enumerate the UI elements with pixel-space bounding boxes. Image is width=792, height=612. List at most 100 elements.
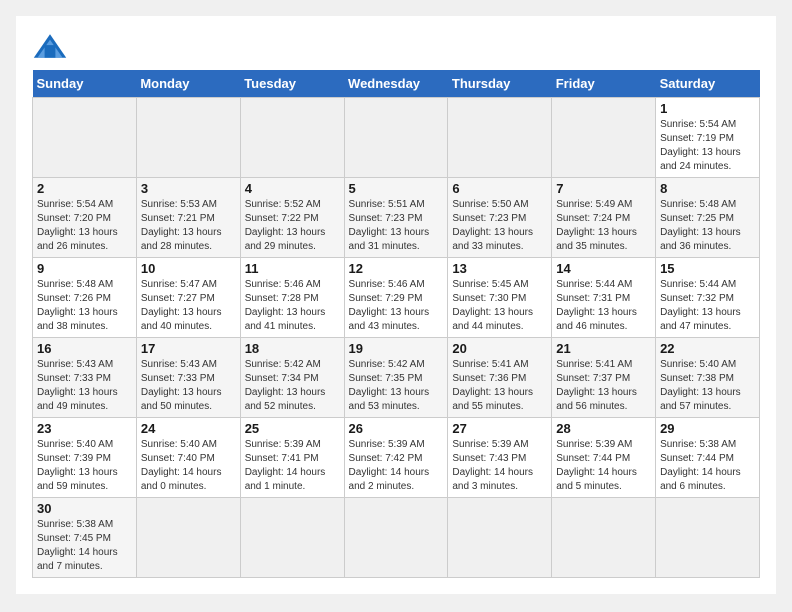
day-info: Sunrise: 5:41 AMSunset: 7:37 PMDaylight:…	[556, 358, 651, 414]
calendar-cell: 26 Sunrise: 5:39 AMSunset: 7:42 PMDayligh…	[344, 418, 448, 498]
calendar-table: SundayMondayTuesdayWednesdayThursdayFrid…	[32, 70, 760, 578]
day-number: 30	[37, 501, 132, 516]
day-info: Sunrise: 5:41 AMSunset: 7:36 PMDaylight:…	[452, 358, 547, 414]
calendar-cell: 3Sunrise: 5:53 AMSunset: 7:21 PMDaylight…	[136, 178, 240, 258]
day-number: 9	[37, 261, 132, 276]
day-number: 12	[349, 261, 444, 276]
day-number: 6	[452, 181, 547, 196]
day-info: Sunrise: 5:52 AMSunset: 7:22 PMDaylight:…	[245, 198, 340, 254]
day-number: 8	[660, 181, 755, 196]
day-header: Saturday	[656, 70, 760, 98]
calendar-week: 23 Sunrise: 5:40 AMSunset: 7:39 PMDayligh…	[33, 418, 760, 498]
day-info: Sunrise: 5:45 AMSunset: 7:30 PMDaylight:…	[452, 278, 547, 334]
calendar-cell: 2 Sunrise: 5:54 AMSunset: 7:20 PMDaylight…	[33, 178, 137, 258]
day-info: Sunrise: 5:40 AMSunset: 7:38 PMDaylight:…	[660, 358, 755, 414]
calendar-cell: 18 Sunrise: 5:42 AMSunset: 7:34 PMDayligh…	[240, 338, 344, 418]
calendar-cell: 4 Sunrise: 5:52 AMSunset: 7:22 PMDaylight…	[240, 178, 344, 258]
calendar-cell	[656, 498, 760, 578]
day-info: Sunrise: 5:50 AMSunset: 7:23 PMDaylight:…	[452, 198, 547, 254]
calendar-cell: 25 Sunrise: 5:39 AMSunset: 7:41 PMDayligh…	[240, 418, 344, 498]
calendar-cell: 10 Sunrise: 5:47 AMSunset: 7:27 PMDayligh…	[136, 258, 240, 338]
calendar-cell: 16 Sunrise: 5:43 AMSunset: 7:33 PMDayligh…	[33, 338, 137, 418]
day-header: Thursday	[448, 70, 552, 98]
day-info: Sunrise: 5:46 AMSunset: 7:29 PMDaylight:…	[349, 278, 444, 334]
calendar-cell: 21 Sunrise: 5:41 AMSunset: 7:37 PMDayligh…	[552, 338, 656, 418]
calendar-cell: 29Sunrise: 5:38 AMSunset: 7:44 PMDayligh…	[656, 418, 760, 498]
logo	[32, 32, 72, 60]
day-number: 5	[349, 181, 444, 196]
day-header: Sunday	[33, 70, 137, 98]
day-number: 10	[141, 261, 236, 276]
day-info: Sunrise: 5:44 AMSunset: 7:32 PMDaylight:…	[660, 278, 755, 334]
day-info: Sunrise: 5:47 AMSunset: 7:27 PMDaylight:…	[141, 278, 236, 334]
calendar-cell: 27 Sunrise: 5:39 AMSunset: 7:43 PMDayligh…	[448, 418, 552, 498]
day-info: Sunrise: 5:43 AMSunset: 7:33 PMDaylight:…	[141, 358, 236, 414]
day-number: 26	[349, 421, 444, 436]
calendar-cell	[448, 98, 552, 178]
day-number: 1	[660, 101, 755, 116]
logo-icon	[32, 32, 68, 60]
day-number: 23	[37, 421, 132, 436]
calendar-cell: 13 Sunrise: 5:45 AMSunset: 7:30 PMDayligh…	[448, 258, 552, 338]
calendar-cell: 20 Sunrise: 5:41 AMSunset: 7:36 PMDayligh…	[448, 338, 552, 418]
calendar-cell: 14Sunrise: 5:44 AMSunset: 7:31 PMDayligh…	[552, 258, 656, 338]
day-info: Sunrise: 5:54 AMSunset: 7:20 PMDaylight:…	[37, 198, 132, 254]
calendar-cell: 24Sunrise: 5:40 AMSunset: 7:40 PMDayligh…	[136, 418, 240, 498]
day-number: 25	[245, 421, 340, 436]
calendar-cell	[552, 498, 656, 578]
calendar-week: 16 Sunrise: 5:43 AMSunset: 7:33 PMDayligh…	[33, 338, 760, 418]
day-number: 7	[556, 181, 651, 196]
day-info: Sunrise: 5:51 AMSunset: 7:23 PMDaylight:…	[349, 198, 444, 254]
day-number: 29	[660, 421, 755, 436]
day-number: 2	[37, 181, 132, 196]
calendar-cell: 12 Sunrise: 5:46 AMSunset: 7:29 PMDayligh…	[344, 258, 448, 338]
day-info: Sunrise: 5:43 AMSunset: 7:33 PMDaylight:…	[37, 358, 132, 414]
day-number: 17	[141, 341, 236, 356]
day-info: Sunrise: 5:40 AMSunset: 7:40 PMDaylight:…	[141, 438, 236, 494]
day-number: 20	[452, 341, 547, 356]
day-number: 14	[556, 261, 651, 276]
calendar-cell	[344, 498, 448, 578]
day-header: Friday	[552, 70, 656, 98]
day-number: 27	[452, 421, 547, 436]
day-info: Sunrise: 5:42 AMSunset: 7:34 PMDaylight:…	[245, 358, 340, 414]
day-info: Sunrise: 5:46 AMSunset: 7:28 PMDaylight:…	[245, 278, 340, 334]
day-number: 13	[452, 261, 547, 276]
day-number: 28	[556, 421, 651, 436]
day-info: Sunrise: 5:40 AMSunset: 7:39 PMDaylight:…	[37, 438, 132, 494]
day-number: 16	[37, 341, 132, 356]
calendar-cell: 7Sunrise: 5:49 AMSunset: 7:24 PMDaylight…	[552, 178, 656, 258]
day-info: Sunrise: 5:39 AMSunset: 7:41 PMDaylight:…	[245, 438, 340, 494]
day-header: Wednesday	[344, 70, 448, 98]
day-info: Sunrise: 5:48 AMSunset: 7:25 PMDaylight:…	[660, 198, 755, 254]
calendar-cell: 5 Sunrise: 5:51 AMSunset: 7:23 PMDaylight…	[344, 178, 448, 258]
calendar-cell: 1 Sunrise: 5:54 AMSunset: 7:19 PMDaylight…	[656, 98, 760, 178]
calendar-cell: 6 Sunrise: 5:50 AMSunset: 7:23 PMDaylight…	[448, 178, 552, 258]
calendar-week: 2 Sunrise: 5:54 AMSunset: 7:20 PMDaylight…	[33, 178, 760, 258]
calendar-cell	[344, 98, 448, 178]
day-number: 21	[556, 341, 651, 356]
day-number: 18	[245, 341, 340, 356]
day-number: 15	[660, 261, 755, 276]
calendar-week: 9Sunrise: 5:48 AMSunset: 7:26 PMDaylight…	[33, 258, 760, 338]
day-header: Monday	[136, 70, 240, 98]
calendar-cell: 23 Sunrise: 5:40 AMSunset: 7:39 PMDayligh…	[33, 418, 137, 498]
calendar-cell: 17 Sunrise: 5:43 AMSunset: 7:33 PMDayligh…	[136, 338, 240, 418]
day-header: Tuesday	[240, 70, 344, 98]
day-info: Sunrise: 5:39 AMSunset: 7:42 PMDaylight:…	[349, 438, 444, 494]
day-number: 11	[245, 261, 340, 276]
calendar-cell	[448, 498, 552, 578]
day-info: Sunrise: 5:38 AMSunset: 7:45 PMDaylight:…	[37, 518, 132, 574]
header-row: SundayMondayTuesdayWednesdayThursdayFrid…	[33, 70, 760, 98]
page: SundayMondayTuesdayWednesdayThursdayFrid…	[16, 16, 776, 594]
calendar-cell: 8 Sunrise: 5:48 AMSunset: 7:25 PMDaylight…	[656, 178, 760, 258]
day-info: Sunrise: 5:54 AMSunset: 7:19 PMDaylight:…	[660, 118, 755, 174]
day-number: 22	[660, 341, 755, 356]
calendar-cell	[136, 498, 240, 578]
calendar-cell	[552, 98, 656, 178]
calendar-cell	[240, 498, 344, 578]
day-number: 4	[245, 181, 340, 196]
day-info: Sunrise: 5:39 AMSunset: 7:43 PMDaylight:…	[452, 438, 547, 494]
day-info: Sunrise: 5:53 AMSunset: 7:21 PMDaylight:…	[141, 198, 236, 254]
day-info: Sunrise: 5:39 AMSunset: 7:44 PMDaylight:…	[556, 438, 651, 494]
